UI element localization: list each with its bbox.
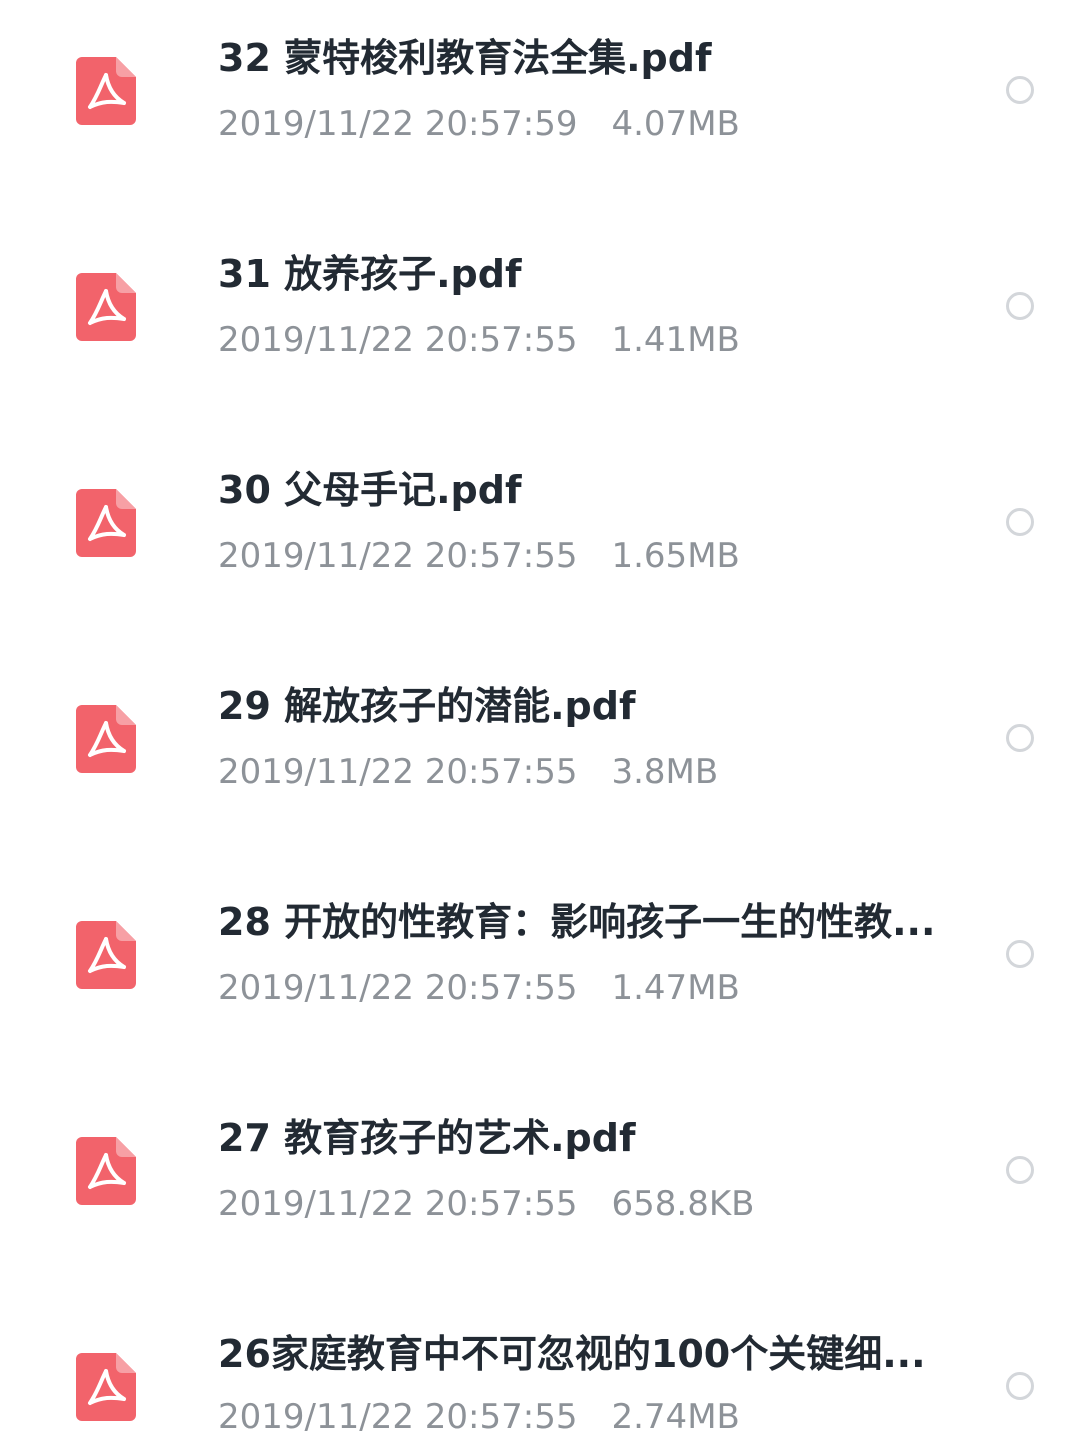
file-name: 32 蒙特梭利教育法全集.pdf xyxy=(218,36,712,80)
file-size: 1.41MB xyxy=(611,320,740,360)
pdf-file-icon xyxy=(76,1137,136,1205)
file-date: 2019/11/22 20:57:55 xyxy=(218,536,578,576)
file-meta: 2019/11/22 20:57:55 2.74MB xyxy=(218,1396,958,1438)
file-row[interactable]: 27 教育孩子的艺术.pdf 2019/11/22 20:57:55 658.8K… xyxy=(0,1080,1080,1296)
select-radio[interactable] xyxy=(1006,292,1034,320)
file-date: 2019/11/22 20:57:55 xyxy=(218,320,578,360)
file-date: 2019/11/22 20:57:59 xyxy=(218,104,578,144)
file-date: 2019/11/22 20:57:55 xyxy=(218,968,578,1008)
select-radio[interactable] xyxy=(1006,724,1034,752)
file-name: 30 父母手记.pdf xyxy=(218,468,522,512)
file-name: 26家庭教育中不可忽视的100个关键细... xyxy=(218,1332,926,1376)
pdf-file-icon xyxy=(76,1353,136,1421)
file-row[interactable]: 29 解放孩子的潜能.pdf 2019/11/22 20:57:55 3.8MB xyxy=(0,648,1080,864)
pdf-file-icon xyxy=(76,705,136,773)
file-row[interactable]: 28 开放的性教育：影响孩子一生的性教... 2019/11/22 20:57:… xyxy=(0,864,1080,1080)
file-list: 32 蒙特梭利教育法全集.pdf 2019/11/22 20:57:59 4.07… xyxy=(0,0,1080,1440)
select-radio[interactable] xyxy=(1006,76,1034,104)
file-row[interactable]: 30 父母手记.pdf 2019/11/22 20:57:55 1.65MB xyxy=(0,432,1080,648)
file-meta: 2019/11/22 20:57:59 4.07MB xyxy=(218,103,958,145)
file-date: 2019/11/22 20:57:55 xyxy=(218,752,578,792)
file-date: 2019/11/22 20:57:55 xyxy=(218,1397,578,1437)
file-row[interactable]: 32 蒙特梭利教育法全集.pdf 2019/11/22 20:57:59 4.07… xyxy=(0,0,1080,216)
file-size: 1.65MB xyxy=(611,536,740,576)
select-radio[interactable] xyxy=(1006,1372,1034,1400)
select-radio[interactable] xyxy=(1006,940,1034,968)
file-meta: 2019/11/22 20:57:55 1.65MB xyxy=(218,535,958,577)
file-row[interactable]: 26家庭教育中不可忽视的100个关键细... 2019/11/22 20:57:… xyxy=(0,1296,1080,1440)
file-name: 28 开放的性教育：影响孩子一生的性教... xyxy=(218,900,936,944)
file-name: 29 解放孩子的潜能.pdf xyxy=(218,684,636,728)
file-date: 2019/11/22 20:57:55 xyxy=(218,1184,578,1224)
file-meta: 2019/11/22 20:57:55 3.8MB xyxy=(218,751,958,793)
file-meta: 2019/11/22 20:57:55 658.8KB xyxy=(218,1183,958,1225)
file-name: 27 教育孩子的艺术.pdf xyxy=(218,1116,636,1160)
file-size: 658.8KB xyxy=(611,1184,755,1224)
file-size: 2.74MB xyxy=(611,1397,740,1437)
file-size: 3.8MB xyxy=(611,752,719,792)
pdf-file-icon xyxy=(76,273,136,341)
file-name: 31 放养孩子.pdf xyxy=(218,252,522,296)
file-size: 1.47MB xyxy=(611,968,740,1008)
file-row[interactable]: 31 放养孩子.pdf 2019/11/22 20:57:55 1.41MB xyxy=(0,216,1080,432)
select-radio[interactable] xyxy=(1006,508,1034,536)
select-radio[interactable] xyxy=(1006,1156,1034,1184)
file-size: 4.07MB xyxy=(611,104,740,144)
pdf-file-icon xyxy=(76,921,136,989)
pdf-file-icon xyxy=(76,57,136,125)
pdf-file-icon xyxy=(76,489,136,557)
file-meta: 2019/11/22 20:57:55 1.41MB xyxy=(218,319,958,361)
file-meta: 2019/11/22 20:57:55 1.47MB xyxy=(218,967,958,1009)
